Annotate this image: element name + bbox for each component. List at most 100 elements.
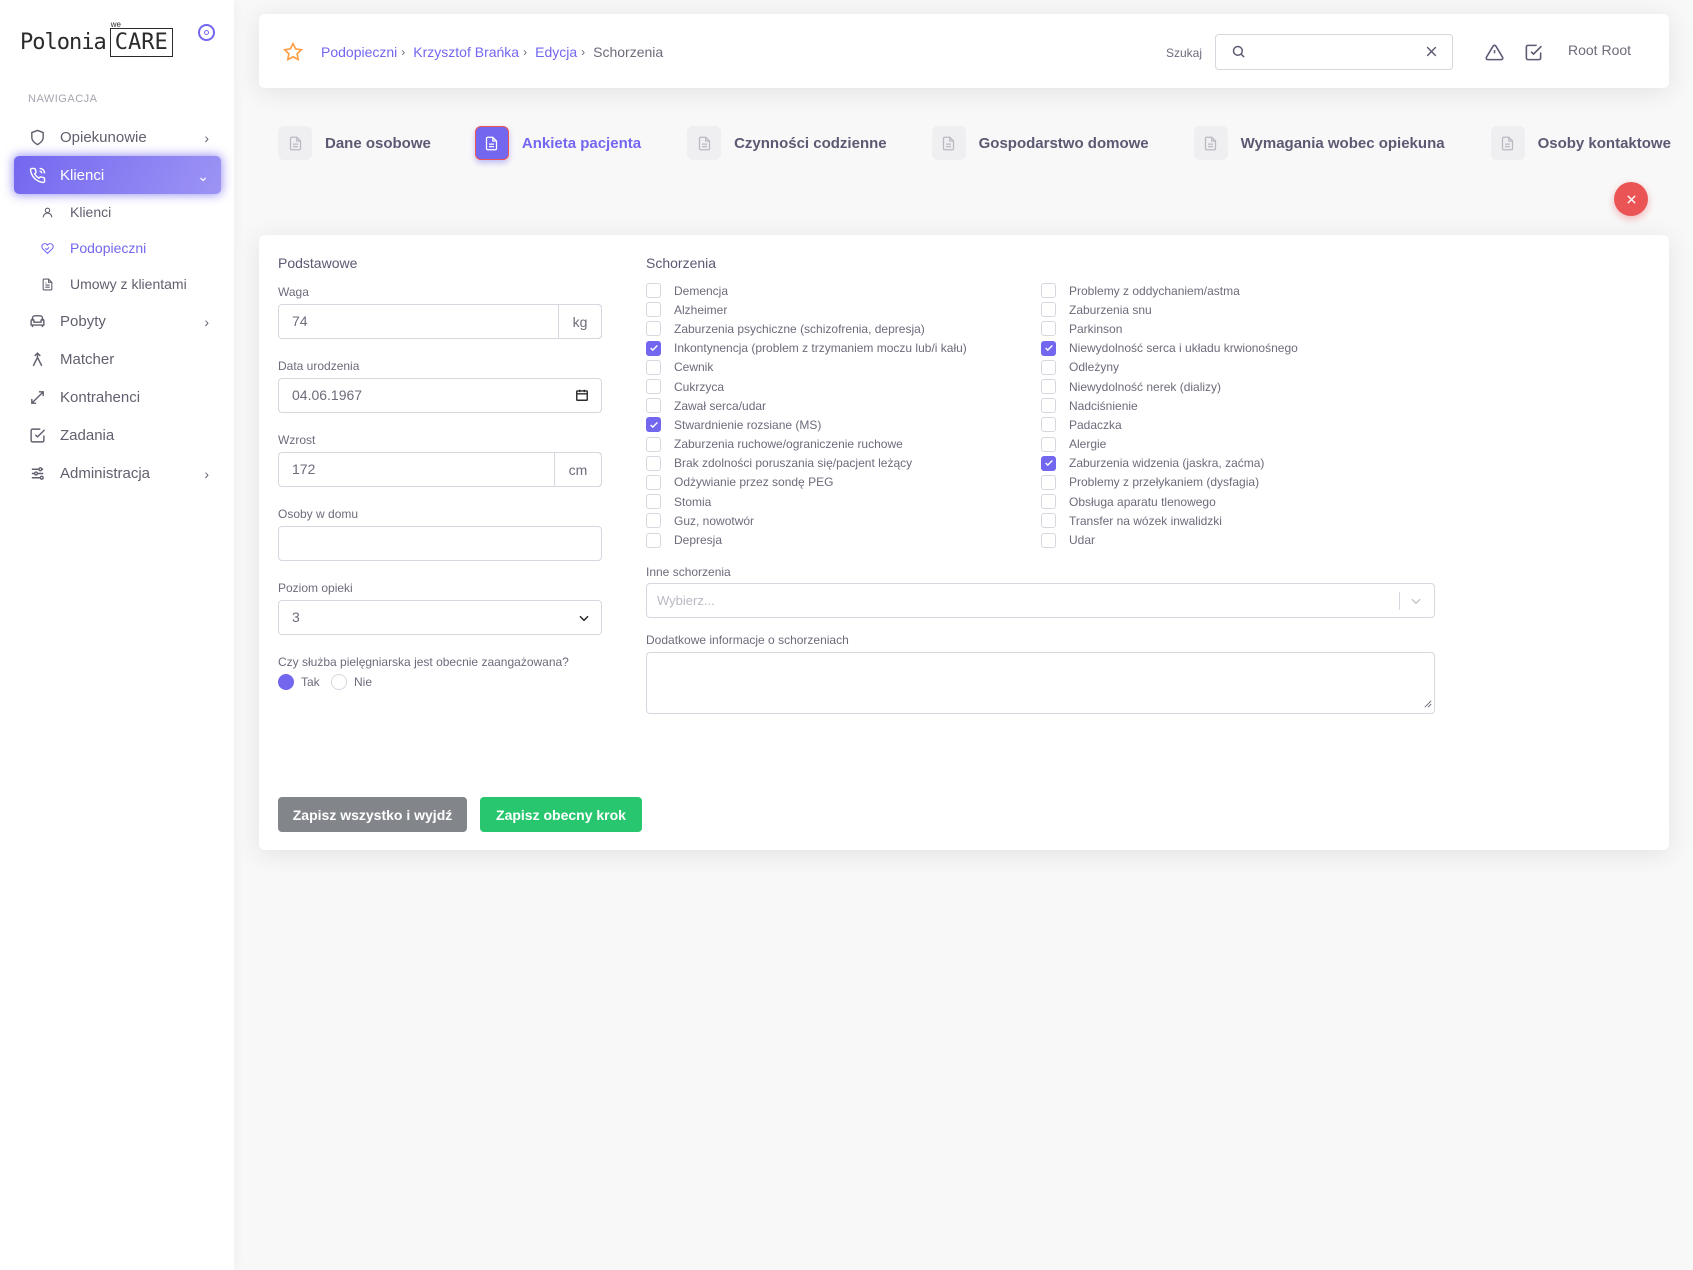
close-icon[interactable] bbox=[1425, 45, 1438, 61]
sidebar-subitem-klienci[interactable]: Klienci bbox=[14, 194, 221, 230]
condition-checkbox[interactable]: Stomia bbox=[646, 492, 967, 511]
condition-checkbox[interactable]: Zaburzenia ruchowe/ograniczenie ruchowe bbox=[646, 435, 967, 454]
checkbox-unchecked[interactable] bbox=[646, 302, 661, 318]
condition-checkbox[interactable]: Demencja bbox=[646, 281, 967, 300]
sidebar-item-matcher[interactable]: Matcher bbox=[14, 340, 221, 378]
sidebar-subitem-umowy[interactable]: Umowy z klientami bbox=[14, 266, 221, 302]
condition-checkbox[interactable]: Padaczka bbox=[1041, 415, 1298, 434]
birth-date-field[interactable]: 04.06.1967 bbox=[278, 378, 602, 413]
checkbox-unchecked[interactable] bbox=[1041, 283, 1056, 299]
condition-checkbox[interactable]: Udar bbox=[1041, 530, 1298, 549]
condition-checkbox[interactable]: Alzheimer bbox=[646, 300, 967, 319]
sidebar-item-opiekunowie[interactable]: Opiekunowie › bbox=[14, 118, 221, 156]
checkbox-unchecked[interactable] bbox=[646, 379, 661, 395]
sidebar-toggle-icon[interactable] bbox=[198, 24, 215, 41]
nursing-radio-no[interactable]: Nie bbox=[331, 674, 372, 690]
checkbox-unchecked[interactable] bbox=[646, 359, 661, 375]
checkbox-unchecked[interactable] bbox=[646, 321, 661, 337]
checkbox-unchecked[interactable] bbox=[1041, 379, 1056, 395]
step-wymagania-wobec-opiekuna[interactable]: Wymagania wobec opiekuna bbox=[1193, 126, 1445, 160]
star-icon[interactable] bbox=[282, 41, 304, 65]
condition-checkbox[interactable]: Problemy z oddychaniem/astma bbox=[1041, 281, 1298, 300]
checkbox-unchecked[interactable] bbox=[1041, 359, 1056, 375]
checkbox-unchecked[interactable] bbox=[1041, 494, 1056, 510]
save-step-button[interactable]: Zapisz obecny krok bbox=[480, 797, 642, 832]
user-name[interactable]: Root Root bbox=[1568, 42, 1631, 58]
app-logo[interactable]: Polonia we CARE bbox=[20, 20, 173, 57]
checkbox-unchecked[interactable] bbox=[646, 436, 661, 452]
step-ankieta-pacjenta[interactable]: Ankieta pacjenta bbox=[474, 126, 641, 160]
condition-checkbox[interactable]: Parkinson bbox=[1041, 319, 1298, 338]
sidebar-item-klienci[interactable]: Klienci ⌄ bbox=[14, 156, 221, 194]
condition-checkbox[interactable]: Zaburzenia snu bbox=[1041, 300, 1298, 319]
care-level-select[interactable]: 3 bbox=[278, 600, 602, 635]
condition-checkbox[interactable]: Zaburzenia psychiczne (schizofrenia, dep… bbox=[646, 319, 967, 338]
alert-triangle-icon[interactable] bbox=[1485, 43, 1504, 65]
checkbox-checked[interactable] bbox=[1041, 455, 1056, 471]
condition-checkbox[interactable]: Nadciśnienie bbox=[1041, 396, 1298, 415]
sidebar-item-kontrahenci[interactable]: Kontrahenci bbox=[14, 378, 221, 416]
calendar-icon[interactable] bbox=[575, 388, 589, 405]
condition-checkbox[interactable]: Odleżyny bbox=[1041, 358, 1298, 377]
checkbox-unchecked[interactable] bbox=[1041, 398, 1056, 414]
nursing-radio-yes[interactable]: Tak bbox=[278, 674, 320, 690]
resize-grip-icon[interactable] bbox=[1424, 696, 1432, 711]
save-all-exit-button[interactable]: Zapisz wszystko i wyjdź bbox=[278, 797, 467, 832]
sidebar-item-pobyty[interactable]: Pobyty › bbox=[14, 302, 221, 340]
checkbox-checked[interactable] bbox=[1041, 340, 1056, 356]
checkbox-unchecked[interactable] bbox=[646, 474, 661, 490]
condition-checkbox[interactable]: Inkontynencja (problem z trzymaniem mocz… bbox=[646, 339, 967, 358]
condition-checkbox[interactable]: Obsługa aparatu tlenowego bbox=[1041, 492, 1298, 511]
condition-checkbox[interactable]: Cukrzyca bbox=[646, 377, 967, 396]
breadcrumb-edycja[interactable]: Edycja bbox=[535, 44, 577, 60]
condition-checkbox[interactable]: Niewydolność serca i układu krwionośnego bbox=[1041, 339, 1298, 358]
condition-checkbox[interactable]: Depresja bbox=[646, 530, 967, 549]
checkbox-unchecked[interactable] bbox=[646, 513, 661, 529]
sidebar-subitem-podopieczni[interactable]: Podopieczni bbox=[14, 230, 221, 266]
search-input[interactable] bbox=[1256, 41, 1406, 63]
condition-checkbox[interactable]: Niewydolność nerek (dializy) bbox=[1041, 377, 1298, 396]
checkbox-checked[interactable] bbox=[646, 340, 661, 356]
step-osoby-kontaktowe[interactable]: Osoby kontaktowe bbox=[1490, 126, 1671, 160]
checkbox-unchecked[interactable] bbox=[1041, 474, 1056, 490]
checkbox-unchecked[interactable] bbox=[646, 532, 661, 548]
step-czynnosci-codzienne[interactable]: Czynności codzienne bbox=[687, 126, 887, 160]
document-icon bbox=[278, 126, 312, 160]
close-form-button[interactable] bbox=[1614, 182, 1648, 216]
checkbox-unchecked[interactable] bbox=[1041, 532, 1056, 548]
checkbox-unchecked[interactable] bbox=[1041, 302, 1056, 318]
radio-no[interactable] bbox=[331, 674, 347, 690]
condition-checkbox[interactable]: Zaburzenia widzenia (jaskra, zaćma) bbox=[1041, 454, 1298, 473]
checkbox-unchecked[interactable] bbox=[646, 398, 661, 414]
breadcrumb-podopieczni[interactable]: Podopieczni bbox=[321, 44, 397, 60]
tasks-check-icon[interactable] bbox=[1524, 43, 1543, 65]
checkbox-unchecked[interactable] bbox=[1041, 513, 1056, 529]
condition-checkbox[interactable]: Stwardnienie rozsiane (MS) bbox=[646, 415, 967, 434]
checkbox-unchecked[interactable] bbox=[646, 494, 661, 510]
step-dane-osobowe[interactable]: Dane osobowe bbox=[278, 126, 431, 160]
checkbox-unchecked[interactable] bbox=[646, 455, 661, 471]
breadcrumb-client-name[interactable]: Krzysztof Brańka bbox=[413, 44, 519, 60]
step-gospodarstwo-domowe[interactable]: Gospodarstwo domowe bbox=[931, 126, 1149, 160]
household-field[interactable] bbox=[278, 526, 602, 561]
checkbox-checked[interactable] bbox=[646, 417, 661, 433]
checkbox-unchecked[interactable] bbox=[1041, 436, 1056, 452]
checkbox-unchecked[interactable] bbox=[646, 283, 661, 299]
radio-yes[interactable] bbox=[278, 674, 294, 690]
condition-checkbox[interactable]: Odżywianie przez sondę PEG bbox=[646, 473, 967, 492]
extra-info-textarea[interactable] bbox=[646, 652, 1435, 714]
condition-checkbox[interactable]: Transfer na wózek inwalidzki bbox=[1041, 511, 1298, 530]
condition-checkbox[interactable]: Problemy z przełykaniem (dysfagia) bbox=[1041, 473, 1298, 492]
condition-checkbox[interactable]: Alergie bbox=[1041, 435, 1298, 454]
condition-checkbox[interactable]: Brak zdolności poruszania się/pacjent le… bbox=[646, 454, 967, 473]
sidebar-item-administracja[interactable]: Administracja › bbox=[14, 454, 221, 492]
checkbox-unchecked[interactable] bbox=[1041, 321, 1056, 337]
condition-checkbox[interactable]: Cewnik bbox=[646, 358, 967, 377]
other-conditions-select[interactable]: Wybierz... bbox=[646, 583, 1435, 618]
checkbox-unchecked[interactable] bbox=[1041, 417, 1056, 433]
condition-checkbox[interactable]: Zawał serca/udar bbox=[646, 396, 967, 415]
sidebar-item-zadania[interactable]: Zadania bbox=[14, 416, 221, 454]
height-field[interactable]: 172 cm bbox=[278, 452, 602, 487]
weight-field[interactable]: 74 kg bbox=[278, 304, 602, 339]
condition-checkbox[interactable]: Guz, nowotwór bbox=[646, 511, 967, 530]
